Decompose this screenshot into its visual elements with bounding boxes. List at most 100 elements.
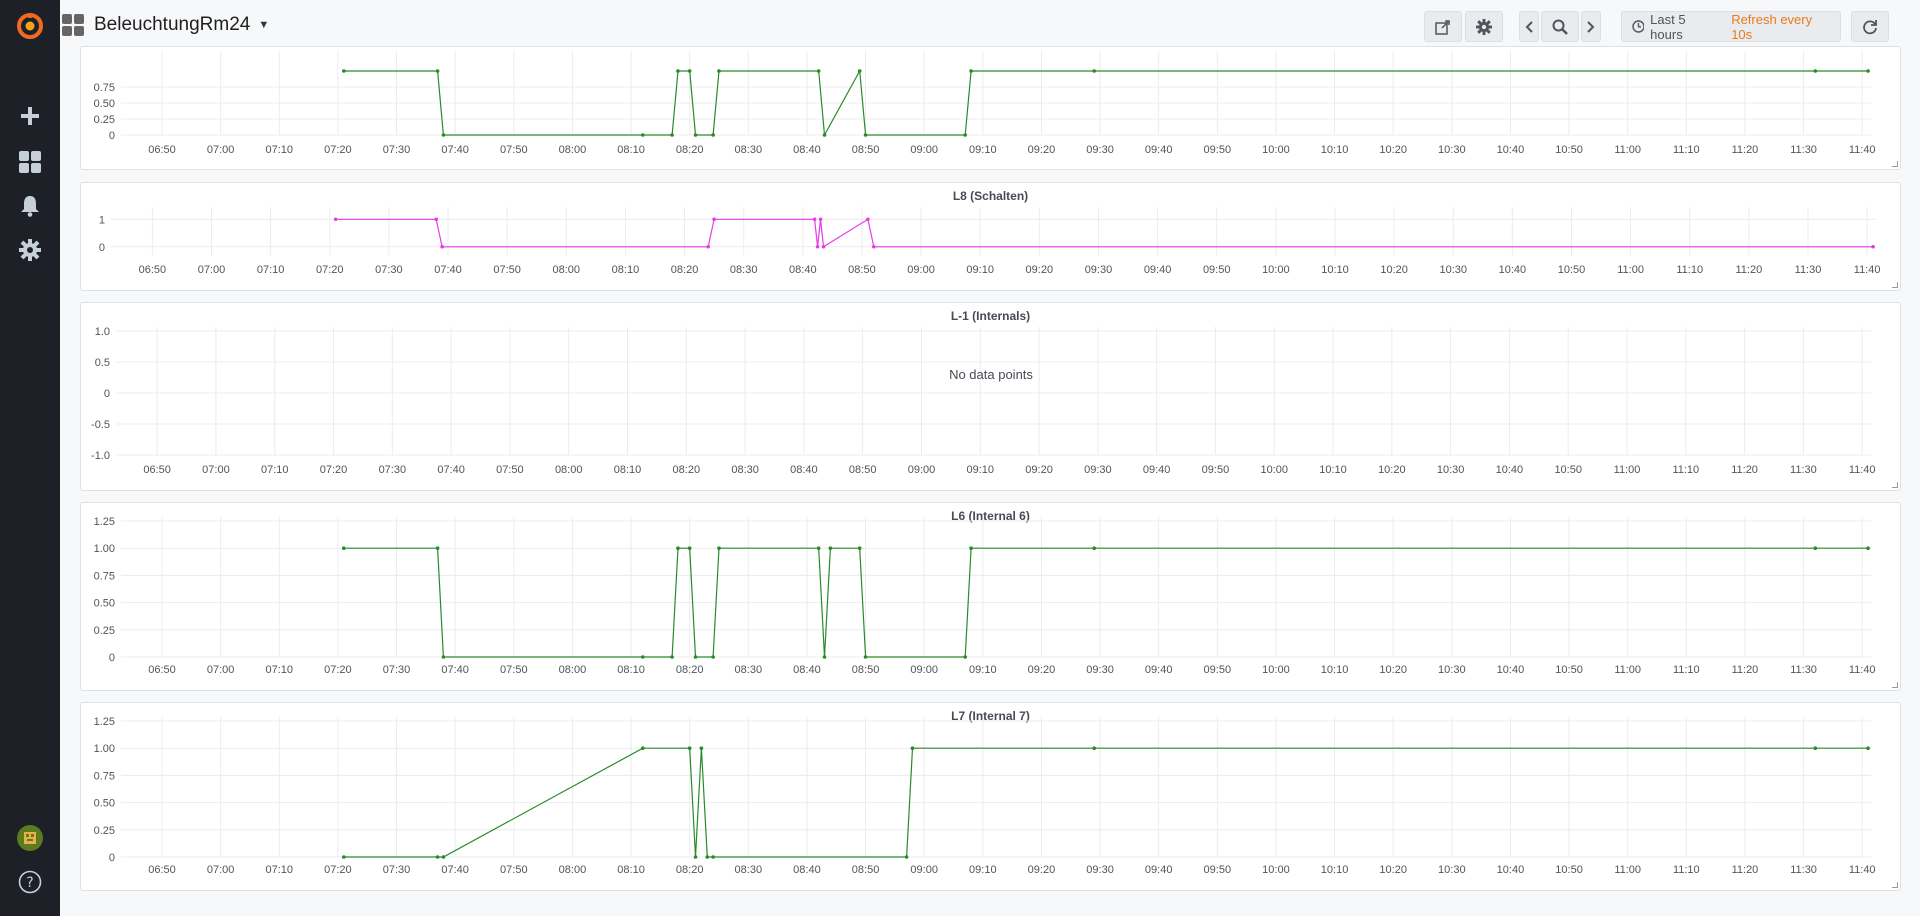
chart: 1.25 1.00 0.75 0.50 0.25 0 06:50 07:00 07:10 07:2… [94, 516, 1876, 676]
data-point [706, 244, 711, 249]
x-tick-label: 08:00 [559, 864, 587, 876]
x-tick-label: 10:00 [1262, 864, 1290, 876]
data-point [441, 655, 446, 659]
resize-handle[interactable] [1892, 882, 1898, 888]
x-tick-label: 11:40 [1849, 864, 1876, 876]
x-tick-label: 07:30 [383, 864, 411, 876]
time-back-button[interactable] [1519, 11, 1539, 42]
data-point [341, 855, 346, 859]
x-tick-label: 09:00 [910, 664, 938, 676]
data-point [712, 217, 716, 222]
data-point [866, 217, 870, 222]
dashboards-icon[interactable] [0, 142, 60, 182]
x-tick-label: 08:50 [852, 664, 880, 676]
data-point [816, 546, 821, 550]
data-point [822, 133, 827, 137]
x-tick-label: 08:10 [612, 264, 640, 276]
x-tick-label: 10:00 [1262, 264, 1290, 276]
data-point [440, 244, 444, 249]
avatar[interactable] [0, 818, 60, 858]
x-tick-label: 08:30 [735, 144, 763, 156]
graph-panel-l8[interactable]: L8 (Schalten) 1 0 06:50 07:00 07:10 07:20 07:3… [80, 182, 1901, 291]
share-button[interactable] [1424, 11, 1462, 42]
x-tick-label: 11:00 [1614, 464, 1641, 476]
zoom-out-icon [1552, 19, 1568, 35]
y-tick-label: 0.75 [94, 770, 115, 782]
data-point [910, 746, 915, 750]
x-tick-label: 06:50 [139, 264, 167, 276]
x-tick-label: 08:40 [793, 664, 821, 676]
gear-icon[interactable] [0, 230, 60, 270]
data-point [640, 133, 645, 137]
resize-handle[interactable] [1892, 161, 1898, 167]
x-tick-label: 08:20 [676, 664, 704, 676]
x-tick-label: 11:40 [1849, 664, 1876, 676]
data-point [441, 855, 446, 859]
y-tick-label: 0.5 [95, 357, 110, 369]
resize-handle[interactable] [1892, 682, 1898, 688]
x-tick-label: 07:00 [207, 664, 235, 676]
x-tick-label: 09:10 [969, 664, 997, 676]
time-forward-button[interactable] [1581, 11, 1601, 42]
plus-icon[interactable] [0, 96, 60, 136]
x-tick-label: 08:40 [790, 464, 818, 476]
settings-button[interactable] [1465, 11, 1503, 42]
graph-panel-top[interactable]: 0.75 0.50 0.25 0 06:50 07:00 07:10 07:20 07:30 07… [80, 46, 1901, 170]
x-tick-label: 08:50 [852, 864, 880, 876]
refresh-button[interactable] [1851, 11, 1889, 42]
x-tick-label: 10:30 [1438, 864, 1466, 876]
x-tick-label: 08:20 [673, 464, 701, 476]
x-tick-label: 06:50 [148, 864, 176, 876]
x-tick-label: 11:20 [1731, 464, 1758, 476]
x-tick-label: 10:30 [1439, 264, 1467, 276]
x-tick-label: 07:20 [324, 664, 352, 676]
x-tick-label: 09:00 [910, 144, 938, 156]
data-point [693, 855, 698, 859]
grafana-logo-icon[interactable] [0, 6, 60, 46]
data-point [693, 655, 698, 659]
x-tick-label: 07:40 [441, 664, 469, 676]
x-tick-label: 08:00 [553, 264, 581, 276]
x-tick-label: 10:30 [1437, 464, 1465, 476]
help-icon[interactable]: ? [0, 862, 60, 902]
graph-panel-l-1[interactable]: L-1 (Internals) 1.0 0.5 0 -0.5 -1.0 06:50 07:0… [80, 302, 1901, 491]
data-point [969, 546, 973, 550]
data-point [1866, 69, 1870, 73]
x-tick-label: 07:10 [257, 264, 285, 276]
x-tick-label: 11:10 [1676, 264, 1703, 276]
x-tick-label: 11:30 [1790, 864, 1817, 876]
x-tick-label: 09:00 [910, 864, 938, 876]
data-point [1813, 69, 1818, 73]
settings-icon [1476, 18, 1492, 35]
resize-handle[interactable] [1892, 282, 1898, 288]
graph-panel-l6[interactable]: L6 (Internal 6) 1.25 1.00 0.75 0.50 0.25 0 06:… [80, 502, 1901, 691]
x-tick-label: 09:10 [969, 864, 997, 876]
zoom-out-button[interactable] [1541, 11, 1579, 42]
dashboards-icon [62, 14, 84, 36]
x-tick-label: 07:20 [324, 864, 352, 876]
data-point [818, 217, 823, 222]
x-tick-label: 09:40 [1145, 144, 1173, 156]
x-tick-label: 10:30 [1438, 664, 1466, 676]
data-point [871, 244, 876, 249]
x-tick-label: 10:30 [1438, 144, 1466, 156]
x-tick-label: 10:20 [1379, 664, 1407, 676]
x-tick-label: 08:20 [671, 264, 699, 276]
time-range-picker[interactable]: Last 5 hours Refresh every 10s [1621, 11, 1841, 42]
x-tick-label: 11:00 [1614, 664, 1641, 676]
data-point [1866, 546, 1870, 550]
data-point [812, 217, 817, 222]
resize-handle[interactable] [1892, 482, 1898, 488]
dashboard-title[interactable]: BeleuchtungRm24 ▼ [62, 14, 269, 36]
data-point [670, 133, 674, 137]
x-tick-label: 10:00 [1262, 144, 1290, 156]
y-tick-label: 1.00 [94, 543, 115, 555]
share-icon [1435, 19, 1450, 35]
graph-panel-l7[interactable]: L7 (Internal 7) 1.25 1.00 0.75 0.50 0.25 0 06:… [80, 702, 1901, 891]
data-point [434, 217, 439, 222]
x-tick-label: 09:40 [1145, 864, 1173, 876]
data-point [435, 855, 440, 859]
x-tick-label: 07:40 [437, 464, 465, 476]
x-tick-label: 08:00 [555, 464, 583, 476]
bell-icon[interactable] [0, 186, 60, 226]
